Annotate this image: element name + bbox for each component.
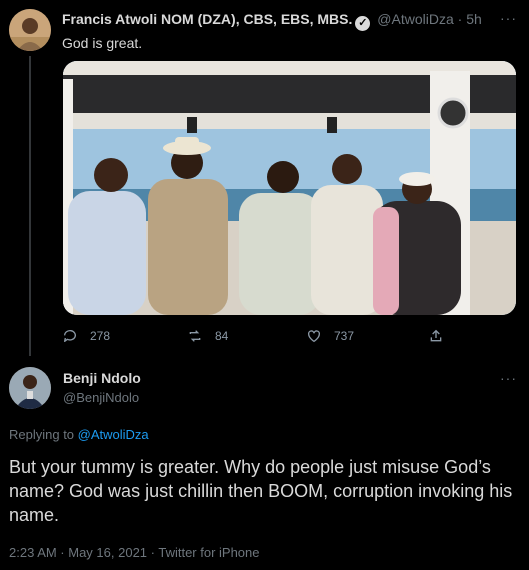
separator-dot: · [457,11,463,27]
retweet-count: 84 [215,329,229,343]
tweet-header: Francis Atwoli NOM (DZA), CBS, EBS, MBS.… [62,11,482,31]
tweet-text: God is great. [62,35,143,51]
tweet-timestamp[interactable]: 2:23 AM · May 16, 2021 · Twitter for iPh… [9,545,260,560]
share-button[interactable] [428,328,444,344]
reply-button[interactable]: 278 [62,328,110,344]
author-avatar[interactable] [9,367,51,409]
replying-to-handle[interactable]: @AtwoliDza [78,427,149,442]
thread-line [29,56,31,356]
author-name[interactable]: Francis Atwoli NOM (DZA), CBS, EBS, MBS. [62,11,352,27]
tweet-text: But your tummy is greater. Why do people… [9,457,513,525]
tweet-photo[interactable] [63,61,516,315]
reply-count: 278 [90,329,111,343]
author-avatar[interactable] [9,9,51,51]
author-name[interactable]: Benji Ndolo [63,370,141,386]
retweet-icon [189,330,201,342]
more-options-icon[interactable]: ··· [500,10,517,26]
author-handle[interactable]: @BenjiNdolo [63,390,139,405]
heart-icon [308,330,320,343]
more-options-icon[interactable]: ··· [500,370,517,386]
author-handle[interactable]: @AtwoliDza [377,11,453,27]
share-icon [430,329,442,342]
like-button[interactable]: 737 [306,328,354,344]
verified-badge-icon: ✓ [355,16,371,31]
reply-icon [63,330,76,342]
replying-to: Replying to @AtwoliDza [9,427,149,442]
replying-to-label: Replying to [9,427,75,442]
tweet-time[interactable]: 5h [466,11,482,27]
retweet-button[interactable]: 84 [187,328,228,344]
like-count: 737 [334,329,355,343]
